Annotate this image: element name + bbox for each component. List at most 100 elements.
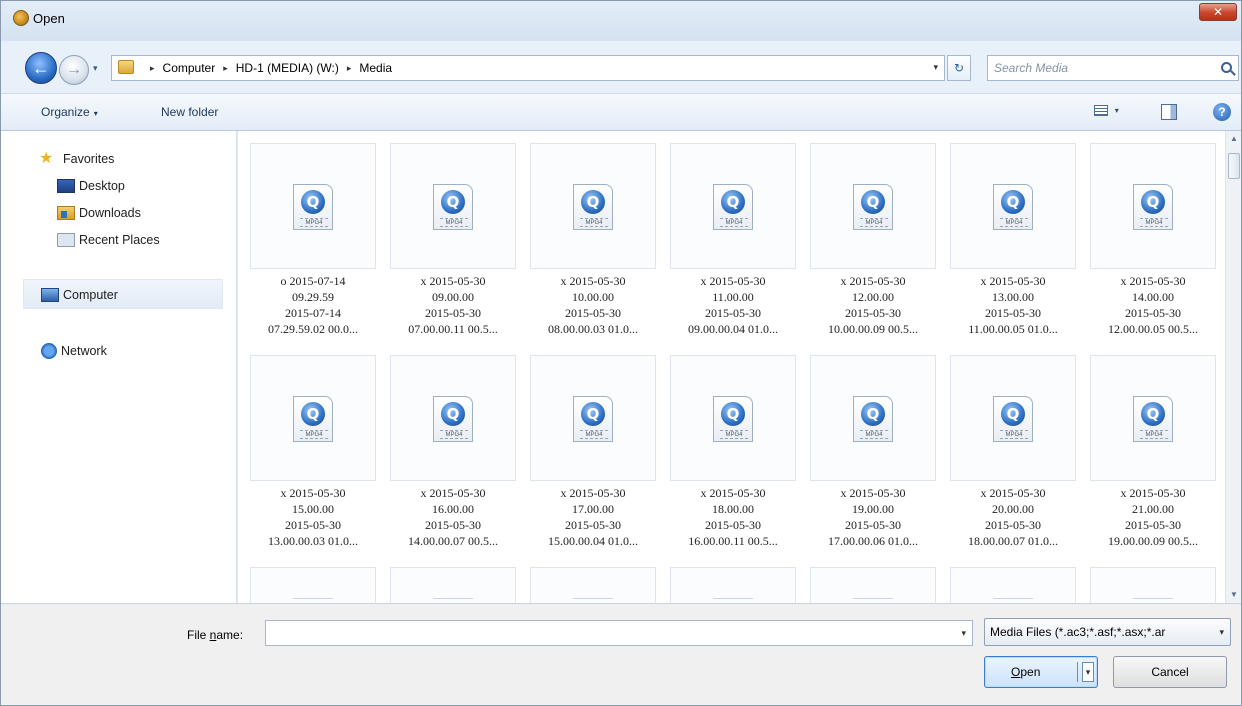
help-icon: ? <box>1218 105 1226 119</box>
address-bar[interactable]: ▸ Computer ▸ HD-1 (MEDIA) (W:) ▸ Media ▾ <box>111 55 945 81</box>
open-options-dropdown-icon[interactable]: ▾ <box>1082 662 1094 682</box>
file-name-line: x 2015-05-30 <box>280 486 346 500</box>
filename-combobox[interactable]: ▾ <box>265 620 973 646</box>
file-name-line: 2015-07-14 <box>285 306 341 320</box>
file-name-line: 13.00.00 <box>992 290 1034 304</box>
file-name-label: x 2015-05-30 17.00.00 2015-05-30 15.00.00.0… <box>524 485 662 549</box>
file-name-line: 09.00.00 <box>432 290 474 304</box>
file-name-line: 2015-05-30 <box>845 306 901 320</box>
file-type-badge: MPG4 <box>440 430 468 439</box>
file-thumbnail: Q MPG4 <box>1090 143 1216 269</box>
sidebar-item-favorites[interactable]: ★ Favorites <box>39 151 114 167</box>
sidebar-item-computer[interactable]: Computer <box>41 288 118 302</box>
file-name-line: 2015-05-30 <box>425 306 481 320</box>
file-tile[interactable]: Q MPG4 x 2015-05-30 13.00.00 2015-05-30 11.00… <box>950 143 1076 361</box>
file-thumbnail: Q MPG4 <box>670 143 796 269</box>
open-button[interactable]: Open ▾ <box>984 656 1098 688</box>
file-tile[interactable]: Q MPG4 x 2015-05-30 09.00.00 2015-05-30 07.00… <box>390 143 516 361</box>
open-file-dialog: Open ✕ ← → ▾ ▸ Computer ▸ HD-1 (MEDIA) (… <box>0 0 1242 706</box>
file-name-line: x 2015-05-30 <box>980 486 1046 500</box>
file-name-line: 11.00.00.05 01.0... <box>968 322 1058 336</box>
file-type-badge: MPG4 <box>860 218 888 227</box>
sidebar-item-downloads[interactable]: Downloads <box>57 206 141 220</box>
file-tile-partial[interactable] <box>390 567 516 603</box>
navigation-bar: ← → ▾ ▸ Computer ▸ HD-1 (MEDIA) (W:) ▸ M… <box>1 41 1241 93</box>
mpeg4-video-icon: Q MPG4 <box>573 184 613 230</box>
chevron-right-icon[interactable]: ▸ <box>223 63 228 74</box>
file-tile[interactable]: Q MPG4 x 2015-05-30 19.00.00 2015-05-30 17.00… <box>810 355 936 573</box>
file-name-label: x 2015-05-30 14.00.00 2015-05-30 12.00.00.0… <box>1084 273 1222 337</box>
file-tile-partial[interactable] <box>1090 567 1216 603</box>
close-button[interactable]: ✕ <box>1199 3 1237 21</box>
file-tile[interactable]: Q MPG4 x 2015-05-30 18.00.00 2015-05-30 16.00… <box>670 355 796 573</box>
sidebar-item-label: Recent Places <box>79 233 160 247</box>
downloads-icon <box>57 206 75 220</box>
recent-locations-dropdown[interactable]: ▾ <box>93 63 98 74</box>
change-view-button[interactable]: ▾ <box>1094 105 1130 121</box>
file-name-line: 2015-05-30 <box>705 306 761 320</box>
file-tile[interactable]: Q MPG4 x 2015-05-30 21.00.00 2015-05-30 19.00… <box>1090 355 1216 573</box>
sidebar-item-desktop[interactable]: Desktop <box>57 179 125 193</box>
file-name-line: 09.29.59 <box>292 290 334 304</box>
mpeg4-video-icon: Q MPG4 <box>993 396 1033 442</box>
file-thumbnail: Q MPG4 <box>670 355 796 481</box>
quicktime-icon: Q <box>301 402 325 426</box>
filename-label: File name: <box>187 628 243 642</box>
scroll-down-icon[interactable]: ▼ <box>1226 587 1242 603</box>
new-folder-button[interactable]: New folder <box>161 105 218 119</box>
scrollbar-thumb[interactable] <box>1228 153 1240 179</box>
file-type-select[interactable]: Media Files (*.ac3;*.asf;*.asx;*.ar ▾ <box>984 618 1231 646</box>
file-tile[interactable]: Q MPG4 x 2015-05-30 20.00.00 2015-05-30 18.00… <box>950 355 1076 573</box>
file-name-line: 2015-05-30 <box>565 306 621 320</box>
vertical-scrollbar[interactable]: ▲ ▼ <box>1225 131 1241 603</box>
forward-button[interactable]: → <box>59 55 89 85</box>
file-name-line: 16.00.00 <box>432 502 474 516</box>
file-tile[interactable]: Q MPG4 x 2015-05-30 17.00.00 2015-05-30 15.00… <box>530 355 656 573</box>
file-tile-partial[interactable] <box>250 567 376 603</box>
quicktime-icon: Q <box>301 190 325 214</box>
file-name-label: x 2015-05-30 15.00.00 2015-05-30 13.00.00.0… <box>244 485 382 549</box>
file-tile[interactable]: Q MPG4 x 2015-05-30 15.00.00 2015-05-30 13.00… <box>250 355 376 573</box>
file-tile-partial[interactable] <box>810 567 936 603</box>
sidebar-item-network[interactable]: Network <box>41 343 107 359</box>
chevron-right-icon[interactable]: ▸ <box>347 63 352 74</box>
breadcrumb-media[interactable]: Media <box>359 61 392 75</box>
mpeg4-video-icon: Q MPG4 <box>1133 184 1173 230</box>
scroll-up-icon[interactable]: ▲ <box>1226 131 1242 147</box>
file-tile[interactable]: Q MPG4 x 2015-05-30 16.00.00 2015-05-30 14.00… <box>390 355 516 573</box>
search-input[interactable] <box>994 60 1204 76</box>
organize-label: Organize <box>41 105 90 119</box>
breadcrumb-computer[interactable]: Computer <box>163 61 216 75</box>
help-button[interactable]: ? <box>1213 103 1231 121</box>
quicktime-icon: Q <box>441 402 465 426</box>
file-thumbnail: Q MPG4 <box>530 355 656 481</box>
filename-dropdown-icon[interactable]: ▾ <box>961 628 966 639</box>
preview-pane-button[interactable] <box>1161 104 1177 120</box>
organize-button[interactable]: Organize ▾ <box>41 105 98 119</box>
file-name-line: x 2015-05-30 <box>700 486 766 500</box>
file-type-badge: MPG4 <box>720 430 748 439</box>
file-tile[interactable]: Q MPG4 x 2015-05-30 12.00.00 2015-05-30 10.00… <box>810 143 936 361</box>
cancel-button[interactable]: Cancel <box>1113 656 1227 688</box>
title-bar[interactable]: Open ✕ <box>1 1 1241 41</box>
file-tile-partial[interactable] <box>950 567 1076 603</box>
file-tile[interactable]: Q MPG4 o 2015-07-14 09.29.59 2015-07-14 07.29… <box>250 143 376 361</box>
chevron-right-icon[interactable]: ▸ <box>150 63 155 74</box>
breadcrumb-drive[interactable]: HD-1 (MEDIA) (W:) <box>236 61 339 75</box>
file-tile-partial[interactable] <box>670 567 796 603</box>
file-tile-partial[interactable] <box>530 567 656 603</box>
file-name-line: 15.00.00 <box>292 502 334 516</box>
filename-input[interactable] <box>270 625 940 641</box>
back-button[interactable]: ← <box>25 52 57 84</box>
file-tile[interactable]: Q MPG4 x 2015-05-30 14.00.00 2015-05-30 12.00… <box>1090 143 1216 361</box>
file-tile[interactable]: Q MPG4 x 2015-05-30 11.00.00 2015-05-30 09.00… <box>670 143 796 361</box>
address-dropdown-icon[interactable]: ▾ <box>933 62 938 73</box>
file-type-badge: MPG4 <box>440 218 468 227</box>
file-thumbnail: Q MPG4 <box>390 355 516 481</box>
quicktime-icon: Q <box>1001 402 1025 426</box>
search-box[interactable] <box>987 55 1239 81</box>
refresh-button[interactable]: ↻ <box>947 55 971 81</box>
file-tile[interactable]: Q MPG4 x 2015-05-30 10.00.00 2015-05-30 08.00… <box>530 143 656 361</box>
sidebar-item-recent-places[interactable]: Recent Places <box>57 233 160 247</box>
search-icon[interactable] <box>1221 62 1232 73</box>
